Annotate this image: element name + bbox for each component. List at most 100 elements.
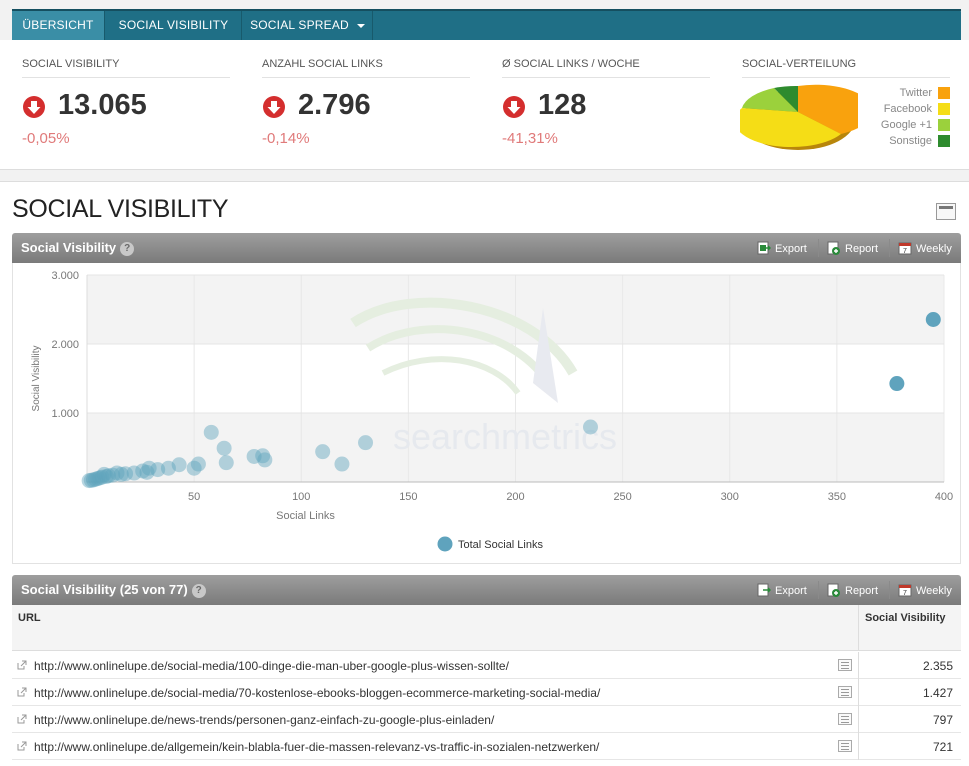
- kpi-delta: -41,31%: [502, 130, 558, 147]
- data-point: [582, 419, 598, 435]
- legend-marker: [437, 536, 453, 552]
- y-tick-label: 2.000: [51, 339, 79, 351]
- chart-container: searchmetrics 50 100 150 200 250 300 350 400 1.00…: [12, 263, 961, 564]
- y-tick-label: 3.000: [51, 270, 79, 282]
- table-header: URL Social Visibility: [12, 605, 961, 651]
- data-point: [315, 444, 331, 460]
- column-header-social-visibility[interactable]: Social Visibility: [858, 605, 961, 651]
- legend-swatch: [938, 119, 950, 131]
- separator: [818, 239, 819, 257]
- kpi-value: 13.065: [58, 89, 147, 121]
- distribution-legend: Twitter Facebook Google +1 Sonstige: [862, 86, 950, 150]
- top-navigation: ÜBERSICHT SOCIAL VISIBILITY SOCIAL SPREA…: [12, 9, 961, 40]
- social-visibility-value: 1.427: [858, 679, 961, 706]
- kpi-label: ANZAHL SOCIAL LINKS: [262, 58, 470, 78]
- weekly-label: Weekly: [916, 243, 952, 255]
- weekly-label: Weekly: [916, 585, 952, 597]
- distribution-pie-chart: [740, 84, 858, 150]
- social-visibility-value: 2.355: [858, 652, 961, 679]
- svg-text:7: 7: [903, 248, 907, 255]
- help-icon[interactable]: ?: [120, 242, 135, 256]
- kpi-delta: -0,05%: [22, 130, 70, 147]
- collapse-toggle-icon[interactable]: [936, 203, 956, 220]
- data-point: [257, 452, 273, 468]
- tab-uebersicht[interactable]: ÜBERSICHT: [12, 11, 105, 40]
- social-visibility-section: SOCIAL VISIBILITY Social Visibility? Exp…: [0, 181, 969, 766]
- tab-social-visibility[interactable]: SOCIAL VISIBILITY: [106, 11, 242, 40]
- help-icon[interactable]: ?: [191, 584, 206, 598]
- data-point: [358, 435, 374, 451]
- watermark-text: searchmetrics: [393, 416, 617, 457]
- table-row: http://www.onlinelupe.de/social-media/10…: [12, 652, 961, 679]
- report-button[interactable]: Report: [827, 241, 878, 255]
- trend-down-icon: [503, 96, 525, 118]
- export-icon: [757, 583, 771, 597]
- x-axis-title: Social Links: [276, 510, 335, 522]
- data-point: [81, 473, 97, 489]
- data-point: [334, 456, 350, 472]
- legend-label: Google +1: [880, 119, 932, 131]
- export-button[interactable]: Export: [757, 241, 807, 255]
- kpi-label: Ø SOCIAL LINKS / WOCHE: [502, 58, 710, 78]
- legend-swatch: [938, 103, 950, 115]
- add-report-icon: [827, 583, 840, 597]
- table-panel-header: Social Visibility (25 von 77)? Export Re…: [12, 575, 961, 605]
- kpi-label: SOCIAL VISIBILITY: [22, 58, 230, 78]
- legend-item-twitter: Twitter: [862, 86, 950, 102]
- tab-social-spread[interactable]: SOCIAL SPREAD: [243, 11, 373, 40]
- data-point: [925, 312, 941, 328]
- data-point: [203, 424, 219, 440]
- legend-swatch: [938, 135, 950, 147]
- legend-label: Facebook: [883, 103, 932, 115]
- trend-down-icon: [263, 96, 285, 118]
- url-link[interactable]: http://www.onlinelupe.de/news-trends/per…: [34, 713, 494, 727]
- column-header-url[interactable]: URL: [18, 612, 41, 624]
- external-link-icon[interactable]: [17, 687, 27, 697]
- external-link-icon[interactable]: [17, 660, 27, 670]
- social-visibility-value: 721: [858, 733, 961, 760]
- calendar-icon: 7: [898, 242, 912, 255]
- table-row: http://www.onlinelupe.de/allgemein/kein-…: [12, 733, 961, 760]
- data-point: [216, 440, 232, 456]
- export-button[interactable]: Export: [757, 583, 807, 597]
- calendar-icon: 7: [898, 584, 912, 597]
- x-tick-label: 250: [613, 491, 631, 503]
- x-tick-label: 350: [828, 491, 846, 503]
- url-link[interactable]: http://www.onlinelupe.de/social-media/70…: [34, 686, 600, 700]
- chart-panel-title: Social Visibility?: [21, 240, 135, 256]
- data-point: [186, 460, 202, 476]
- x-tick-label: 300: [721, 491, 739, 503]
- table-row: http://www.onlinelupe.de/news-trends/per…: [12, 706, 961, 733]
- table-panel-title-text: Social Visibility (25 von 77): [21, 582, 188, 597]
- report-button[interactable]: Report: [827, 583, 878, 597]
- url-link[interactable]: http://www.onlinelupe.de/social-media/10…: [34, 659, 509, 673]
- report-label: Report: [845, 243, 879, 255]
- weekly-button[interactable]: 7 Weekly: [898, 241, 952, 255]
- x-tick-label: 100: [292, 491, 310, 503]
- add-report-icon: [827, 241, 840, 255]
- url-link[interactable]: http://www.onlinelupe.de/allgemein/kein-…: [34, 740, 599, 754]
- legend-item-facebook: Facebook: [862, 102, 950, 118]
- separator: [889, 581, 890, 599]
- separator: [889, 239, 890, 257]
- export-icon: [757, 241, 771, 255]
- trend-down-icon: [23, 96, 45, 118]
- kpi-value: 2.796: [298, 89, 371, 121]
- x-tick-label: 400: [935, 491, 953, 503]
- legend-item-google: Google +1: [862, 118, 950, 134]
- details-icon[interactable]: [838, 659, 852, 671]
- report-label: Report: [845, 585, 879, 597]
- details-icon[interactable]: [838, 740, 852, 752]
- external-link-icon[interactable]: [17, 714, 27, 724]
- x-tick-label: 200: [506, 491, 524, 503]
- x-tick-label: 150: [399, 491, 417, 503]
- y-axis-title: Social Visibility: [31, 346, 42, 412]
- external-link-icon[interactable]: [17, 741, 27, 751]
- details-icon[interactable]: [838, 713, 852, 725]
- weekly-button[interactable]: 7 Weekly: [898, 583, 952, 597]
- svg-text:7: 7: [903, 590, 907, 597]
- legend-swatch: [938, 87, 950, 99]
- distribution-label: SOCIAL-VERTEILUNG: [742, 58, 950, 78]
- tab-social-spread-label: SOCIAL SPREAD: [250, 18, 349, 32]
- details-icon[interactable]: [838, 686, 852, 698]
